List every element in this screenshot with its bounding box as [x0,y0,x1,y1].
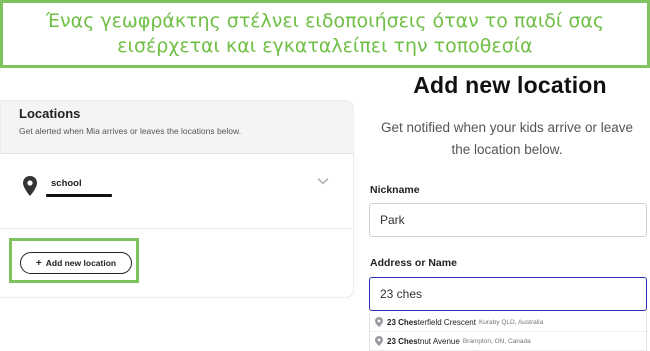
form-subtitle: Get notified when your kids arrive or le… [364,117,650,161]
form-title: Add new location [413,72,607,98]
address-label: Address or Name [370,257,457,269]
suggestion-item[interactable]: 23 Ches tnut Avenue Brampton, ON, Canada [370,332,648,351]
add-new-location-button[interactable]: + Add new location [20,252,132,274]
suggestion-item[interactable]: 23 Ches terfield Crescent Kuraby QLD, Aust… [370,313,648,332]
map-pin-icon [375,336,383,346]
divider [0,228,353,229]
address-suggestions: 23 Ches terfield Crescent Kuraby QLD, Aust… [369,313,648,351]
locations-subtitle: Get alerted when Mia arrives or leaves t… [19,126,242,136]
suggestion-rest: tnut Avenue [417,336,460,346]
add-new-location-label: Add new location [45,258,117,268]
caption-banner: Ένας γεωφράκτης στέλνει ειδοποιήσεις ότα… [0,0,650,68]
caption-text: Ένας γεωφράκτης στέλνει ειδοποιήσεις ότα… [46,9,604,59]
chevron-down-icon[interactable] [317,177,329,185]
location-item-name[interactable]: school [51,178,82,189]
suggestion-rest: terfield Crescent [417,317,476,327]
form-subtitle-line-2: the location below. [451,142,563,157]
map-pin-icon [375,317,383,327]
map-pin-icon [23,176,37,196]
form-subtitle-line-1: Get notified when your kids arrive or le… [380,120,634,135]
plus-icon: + [35,257,42,269]
suggestion-match: 23 Ches [387,336,418,346]
caption-line-2: εισέρχεται και εγκαταλείπει την τοποθεσί… [117,35,533,57]
suggestion-region: Brampton, ON, Canada [462,337,531,345]
suggestion-match: 23 Ches [387,317,418,327]
nickname-input[interactable]: Park [369,203,647,237]
locations-title: Locations [19,106,81,121]
caption-line-1: Ένας γεωφράκτης στέλνει ειδοποιήσεις ότα… [45,10,605,32]
nickname-label: Nickname [370,184,420,196]
location-address-redacted [46,194,112,197]
address-input[interactable]: 23 ches [369,277,647,311]
suggestion-region: Kuraby QLD, Australia [478,318,544,326]
